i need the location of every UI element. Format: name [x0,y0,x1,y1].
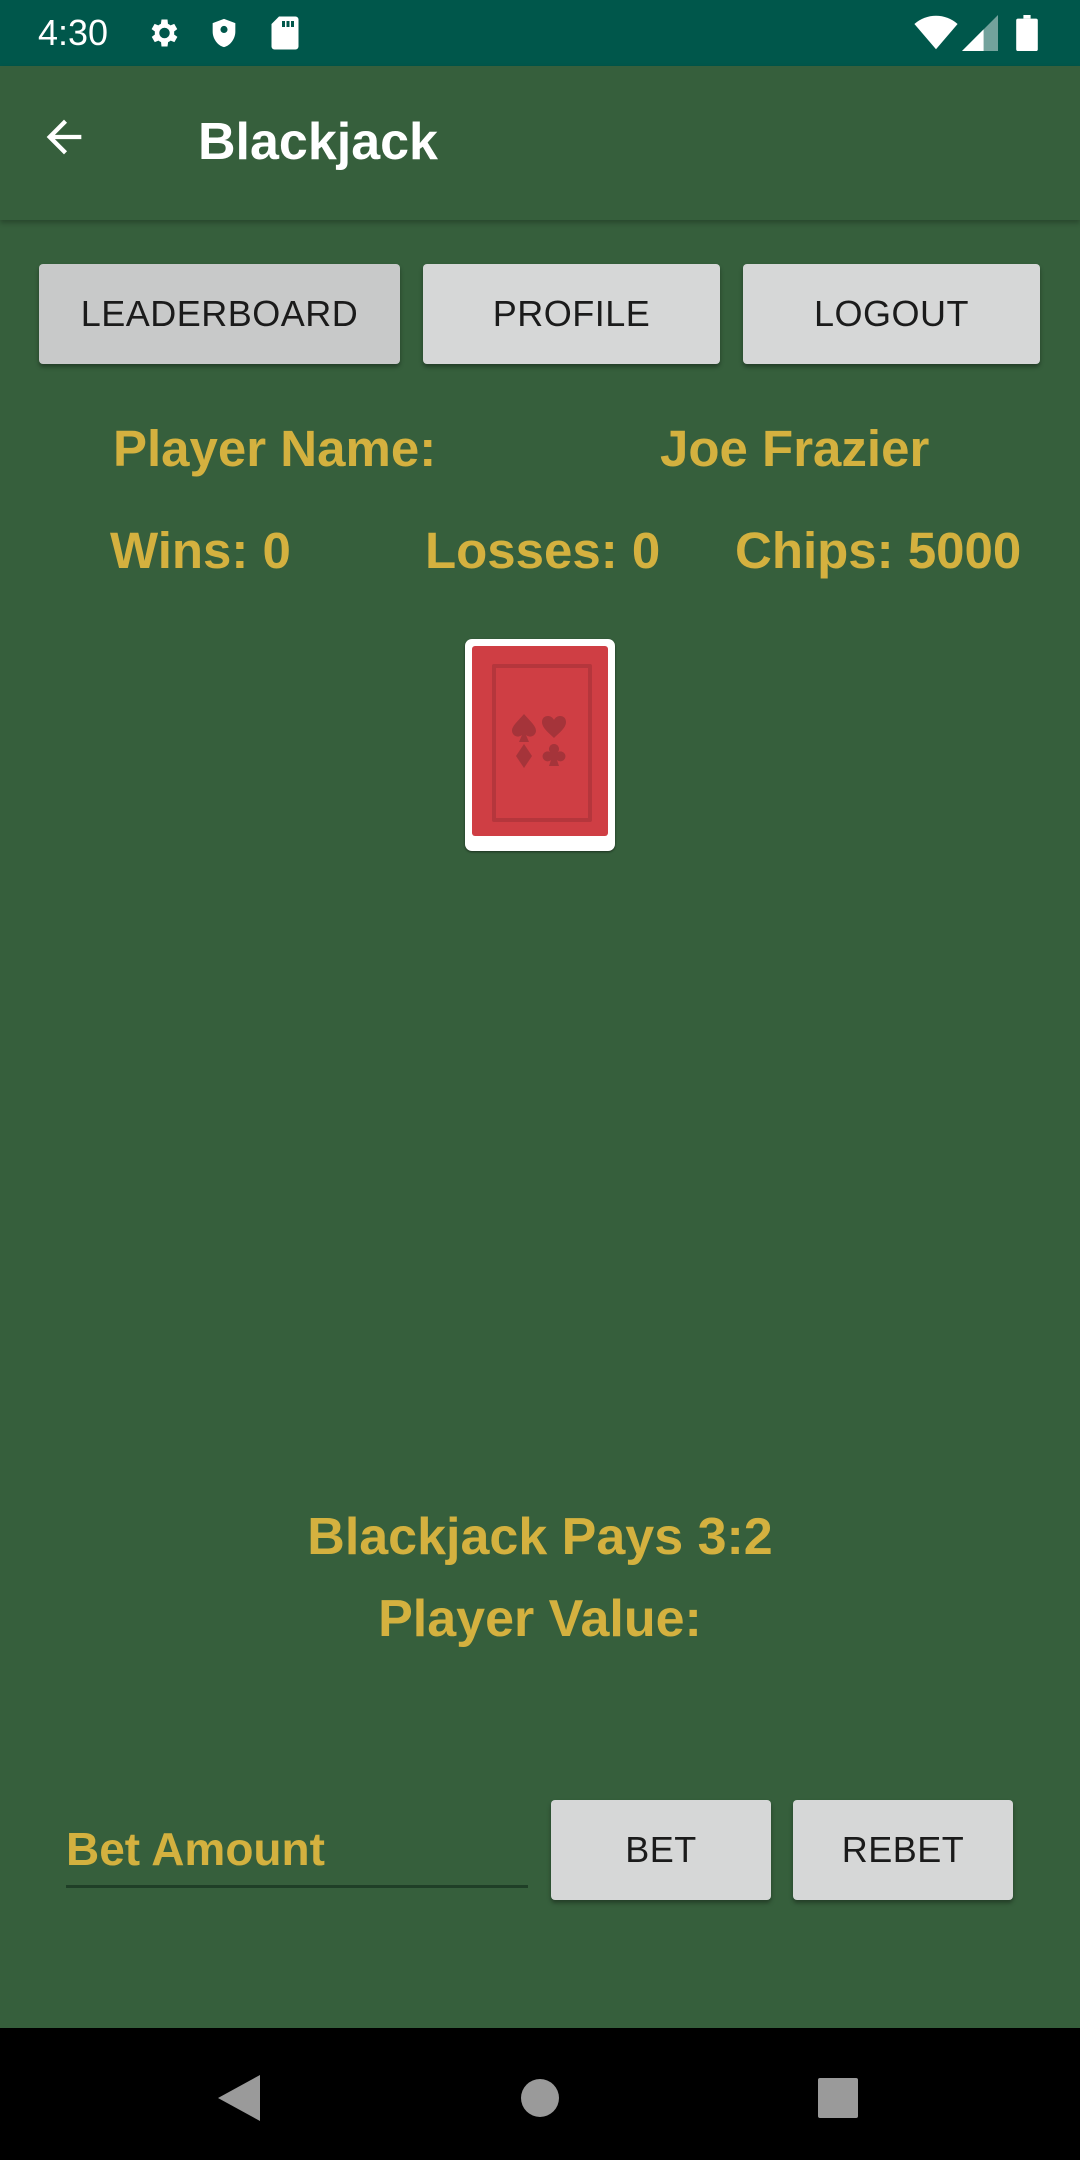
player-name-value: Joe Frazier [660,420,930,477]
app-bar: Blackjack [0,66,1080,220]
shield-icon [207,15,241,56]
battery-icon [1016,15,1038,56]
signal-icon [962,15,998,56]
card-face [472,646,608,836]
wifi-icon [914,15,958,56]
leaderboard-button[interactable]: LEADERBOARD [39,264,400,364]
logout-button[interactable]: LOGOUT [743,264,1040,364]
settings-icon [145,15,181,56]
rebet-button[interactable]: REBET [793,1800,1013,1900]
player-name-label: Player Name: [113,420,437,477]
status-bar: 4:30 [0,0,1080,66]
back-button[interactable] [38,111,118,175]
back-triangle-icon[interactable] [218,2075,260,2126]
app-title: Blackjack [198,113,438,171]
arrow-back-icon [38,119,90,167]
player-value-label: Player Value: [378,1590,702,1648]
navigation-bar [0,2028,1080,2160]
profile-button[interactable]: PROFILE [423,264,720,364]
payout-info: Blackjack Pays 3:2 [307,1508,773,1566]
bet-button[interactable]: BET [551,1800,771,1900]
losses-stat: Losses: 0 [425,522,661,579]
wins-stat: Wins: 0 [110,522,291,579]
sd-card-icon [270,15,300,56]
chips-stat: Chips: 5000 [735,522,1022,579]
home-circle-icon[interactable] [520,2078,560,2123]
card-suits-icon [512,714,566,768]
recents-square-icon[interactable] [818,2078,858,2123]
bet-amount-input[interactable] [66,1813,528,1888]
status-time: 4:30 [38,12,109,53]
card-back-icon [465,639,615,851]
